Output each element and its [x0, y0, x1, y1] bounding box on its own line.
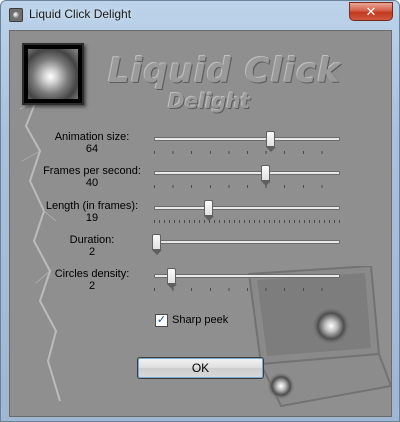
slider-thumb[interactable]: [203, 200, 214, 221]
slider-thumb[interactable]: [152, 234, 162, 255]
app-icon: [9, 8, 23, 22]
ok-button[interactable]: OK: [137, 357, 264, 379]
animation-size-label: Animation size: 64: [32, 131, 152, 155]
liquid-drop-icon: [28, 49, 78, 99]
animation-size-slider[interactable]: [154, 131, 342, 155]
frames-per-second-slider[interactable]: [154, 165, 342, 189]
logo-subtitle: Delight: [168, 89, 250, 113]
duration-label: Duration: 2: [32, 234, 152, 258]
slider-thumb[interactable]: [266, 131, 277, 152]
client-area: Liquid Click Delight Animation size: 64 …: [9, 30, 392, 417]
close-button[interactable]: ✕: [349, 2, 393, 21]
close-icon: ✕: [365, 4, 377, 19]
length-slider[interactable]: [154, 200, 342, 224]
circles-density-label: Circles density: 2: [32, 268, 152, 292]
circles-density-slider[interactable]: [154, 268, 342, 292]
animation-size-value: 64: [85, 143, 99, 155]
slider-thumb[interactable]: [260, 165, 271, 186]
sharp-peek-label[interactable]: Sharp peek: [172, 314, 228, 326]
sharp-peek-checkbox[interactable]: ✓: [155, 314, 168, 327]
logo-title: Liquid Click: [108, 51, 341, 91]
window-frame: Liquid Click Delight ✕ Liquid Click Deli…: [0, 0, 400, 422]
duration-value: 2: [88, 246, 96, 258]
frames-per-second-label: Frames per second: 40: [32, 165, 152, 189]
logo-image: [22, 43, 84, 105]
check-icon: ✓: [156, 314, 167, 326]
duration-slider[interactable]: [152, 234, 342, 258]
length-value: 19: [85, 212, 99, 224]
title-bar[interactable]: Liquid Click Delight ✕: [1, 1, 399, 29]
length-label: Length (in frames): 19: [32, 200, 152, 224]
circles-density-value: 2: [88, 280, 96, 292]
window-title: Liquid Click Delight: [29, 7, 132, 21]
frames-per-second-value: 40: [85, 177, 99, 189]
slider-thumb[interactable]: [166, 268, 177, 289]
